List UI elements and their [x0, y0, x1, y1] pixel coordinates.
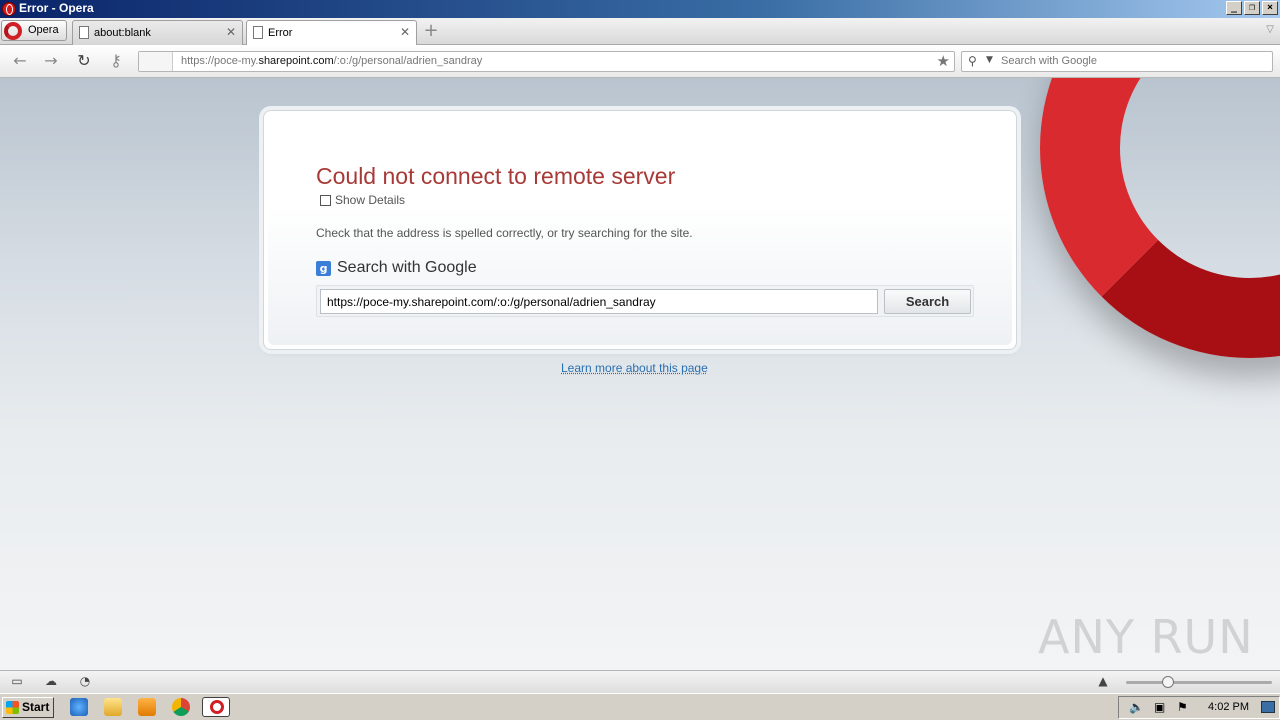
- error-hint: Check that the address is spelled correc…: [316, 226, 693, 240]
- search-input[interactable]: ⚲ ▼ Search with Google: [961, 51, 1273, 72]
- action-center-flag-icon[interactable]: ⚑: [1177, 700, 1188, 714]
- zoom-slider-knob[interactable]: [1162, 676, 1174, 688]
- show-details-label: Show Details: [335, 193, 406, 207]
- start-label: Start: [22, 700, 50, 714]
- tab-error[interactable]: Error ✕: [246, 20, 417, 45]
- opera-logo-icon: [4, 22, 22, 40]
- system-tray: 🔈 ▣ ⚑ 4:02 PM: [1118, 696, 1280, 719]
- opera-unite-cloud-icon[interactable]: ☁: [44, 675, 58, 688]
- file-explorer-icon[interactable]: [104, 698, 122, 716]
- search-button[interactable]: Search: [884, 289, 971, 314]
- opera-app-icon: [2, 2, 16, 16]
- address-url: https://poce-my.sharepoint.com/:o:/g/per…: [181, 55, 483, 67]
- navigation-toolbar: ← → ↻ ⚷ https://poce-my.sharepoint.com/:…: [0, 45, 1280, 78]
- google-icon: g: [316, 260, 331, 276]
- learn-more-link[interactable]: Learn more about this page: [561, 361, 708, 375]
- turbo-gauge-icon[interactable]: ◔: [78, 675, 92, 688]
- window-controls: _ ❐ ×: [1226, 1, 1278, 15]
- search-engine-dropdown-icon[interactable]: ▼: [986, 55, 993, 65]
- opera-taskbar-icon: [210, 700, 224, 714]
- key-icon[interactable]: ⚷: [106, 52, 126, 70]
- anyrun-watermark: ANY RUN: [1038, 610, 1254, 664]
- bookmark-star-icon[interactable]: ★: [937, 52, 950, 70]
- chrome-icon[interactable]: [172, 698, 190, 716]
- search-placeholder: Search with Google: [1001, 55, 1097, 67]
- opera-menu-button[interactable]: Opera: [1, 20, 67, 41]
- clock: 4:02 PM: [1208, 701, 1249, 713]
- restore-button[interactable]: ❐: [1244, 1, 1260, 15]
- page-icon: [79, 26, 89, 39]
- opera-menu-label: Opera: [28, 24, 59, 36]
- opera-background-logo: [1040, 78, 1280, 358]
- network-icon[interactable]: ▣: [1154, 700, 1165, 714]
- new-tab-icon[interactable]: +: [422, 22, 440, 40]
- tab-menu-chevron-icon[interactable]: ▽: [1266, 24, 1274, 35]
- windows-taskbar: Start 🔈 ▣ ⚑ 4:02 PM: [0, 693, 1280, 720]
- forward-arrow-icon[interactable]: →: [41, 52, 61, 70]
- tab-about-blank[interactable]: about:blank ✕: [72, 20, 243, 45]
- site-badge[interactable]: [139, 52, 173, 71]
- internet-explorer-icon[interactable]: [70, 698, 88, 716]
- page-content: Could not connect to remote server Show …: [0, 78, 1280, 670]
- page-icon: [253, 26, 263, 39]
- minimize-button[interactable]: _: [1226, 1, 1242, 15]
- error-panel: Could not connect to remote server Show …: [263, 110, 1017, 350]
- google-search-heading: g Search with Google: [316, 259, 477, 277]
- search-icon: ⚲: [968, 54, 977, 68]
- tab-label: about:blank: [94, 27, 151, 39]
- start-button[interactable]: Start: [2, 697, 54, 718]
- windows-logo-icon: [6, 701, 19, 714]
- google-search-label: Search with Google: [337, 259, 477, 276]
- zoom-slider[interactable]: [1126, 676, 1272, 688]
- window-title: Error - Opera: [19, 1, 94, 15]
- scroll-up-icon[interactable]: ▲: [1096, 675, 1110, 688]
- show-details-checkbox[interactable]: [320, 194, 331, 206]
- window-title-bar: Error - Opera _ ❐ ×: [0, 0, 1280, 18]
- show-details-toggle[interactable]: Show Details: [320, 193, 405, 207]
- tab-bar: Opera about:blank ✕ Error ✕ + ▽: [0, 18, 1280, 45]
- media-player-icon[interactable]: [138, 698, 156, 716]
- status-bar: ▭ ☁ ◔ ▲: [0, 670, 1280, 693]
- google-search-form: https://poce-my.sharepoint.com/:o:/g/per…: [316, 285, 974, 317]
- close-tab-icon[interactable]: ✕: [226, 25, 236, 39]
- back-arrow-icon[interactable]: ←: [10, 52, 30, 70]
- error-title: Could not connect to remote server: [316, 163, 676, 189]
- show-desktop-icon[interactable]: [1261, 701, 1275, 713]
- google-search-field[interactable]: https://poce-my.sharepoint.com/:o:/g/per…: [320, 289, 878, 314]
- close-tab-icon[interactable]: ✕: [400, 25, 410, 39]
- tab-label: Error: [268, 27, 293, 39]
- panel-toggle-icon[interactable]: ▭: [10, 675, 24, 688]
- opera-taskbar-button[interactable]: [202, 697, 230, 717]
- address-bar[interactable]: https://poce-my.sharepoint.com/:o:/g/per…: [138, 51, 955, 72]
- reload-icon[interactable]: ↻: [74, 52, 94, 70]
- close-window-button[interactable]: ×: [1262, 1, 1278, 15]
- volume-icon[interactable]: 🔈: [1129, 700, 1144, 714]
